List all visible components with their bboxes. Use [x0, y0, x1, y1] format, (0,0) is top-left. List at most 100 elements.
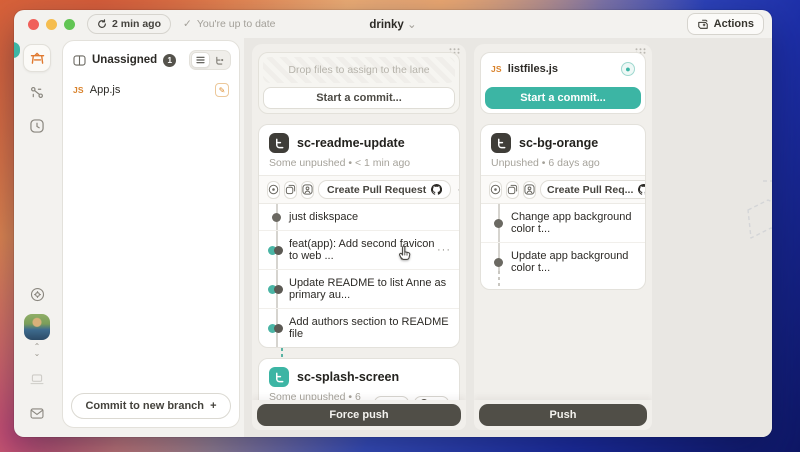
commit-row[interactable]: just diskspace	[259, 204, 459, 230]
gitbutler-workspace-icon	[30, 52, 45, 65]
virtual-branch-icon	[491, 133, 511, 153]
branch-name: sc-readme-update	[297, 136, 405, 150]
create-pull-request-button[interactable]: Create Pull Request	[318, 180, 451, 199]
chevron-down-icon: ⌄	[407, 19, 417, 31]
assign-group: Drop files to assign to the lane Start a…	[258, 52, 460, 114]
commit-to-new-branch-button[interactable]: Commit to new branch +	[71, 393, 231, 419]
sync-time-label: 2 min ago	[112, 18, 161, 30]
list-view-button[interactable]	[191, 52, 210, 68]
github-icon	[431, 184, 442, 195]
create-pull-request-button[interactable]: Create Pull Req...	[540, 180, 646, 199]
lane-footer: Force push	[252, 400, 466, 430]
titlebar: 2 min ago ✓ You're up to date drinky ⌄ A…	[14, 10, 772, 38]
traffic-lights	[28, 19, 75, 30]
zoom-window-button[interactable]	[64, 19, 75, 30]
actions-label: Actions	[714, 18, 754, 30]
commit-row[interactable]: Update app background color t...	[481, 242, 645, 281]
branch-header[interactable]: sc-readme-update Some unpushed • < 1 min…	[259, 125, 459, 175]
file-row-listfiles[interactable]: JS listfiles.js ●	[485, 57, 641, 83]
settings-button[interactable]	[23, 280, 51, 308]
refresh-icon	[97, 19, 107, 29]
app-window: 2 min ago ✓ You're up to date drinky ⌄ A…	[14, 10, 772, 437]
sync-status: ✓ You're up to date	[183, 18, 276, 30]
branch-menu-button[interactable]: ···	[455, 184, 460, 196]
minimize-window-button[interactable]	[46, 19, 57, 30]
virtual-branch-icon	[269, 367, 289, 387]
start-commit-button[interactable]: Start a commit...	[263, 87, 455, 109]
commit-menu-button[interactable]: ···	[437, 244, 451, 256]
author-card-icon[interactable]	[301, 181, 314, 199]
map-doodle-icon	[728, 164, 772, 254]
clock-icon	[30, 119, 44, 133]
file-dropzone[interactable]: Drop files to assign to the lane	[263, 57, 455, 83]
icon-rail: ⌃ ⌄	[14, 38, 60, 437]
devices-button[interactable]	[23, 365, 51, 393]
file-name: listfiles.js	[508, 63, 558, 75]
copy-branch-icon[interactable]	[284, 181, 297, 199]
sync-status-label: You're up to date	[197, 18, 276, 30]
branch-card-sc-bg-orange: sc-bg-orange Unpushed • 6 days ago	[480, 124, 646, 290]
push-button[interactable]: Push	[479, 404, 647, 426]
author-card-icon[interactable]	[523, 181, 536, 199]
branches-icon	[30, 86, 44, 99]
file-name: App.js	[90, 84, 121, 96]
sync-button[interactable]: 2 min ago	[87, 14, 171, 34]
commit-list: just diskspace feat(app): Add second fav…	[259, 204, 459, 347]
edit-icon[interactable]: ✎	[215, 83, 229, 97]
branch-meta: Some unpushed • 6 days ago • BR PR	[269, 391, 449, 400]
unassigned-panel: Unassigned 1 JS App.js ✎ Commit to new b…	[62, 40, 240, 428]
lane-sc-bg-orange: JS listfiles.js ● Start a commit... sc-b…	[474, 44, 652, 430]
commit-message: Add authors section to README file	[289, 316, 451, 340]
branch-name: sc-splash-screen	[297, 370, 399, 384]
github-icon	[638, 184, 646, 195]
workspace-tab-button[interactable]	[23, 44, 51, 72]
local-commit-dot	[272, 213, 281, 222]
history-tab-button[interactable]	[23, 112, 51, 140]
assigned-files-card: JS listfiles.js ● Start a commit...	[480, 52, 646, 114]
commit-message: Update README to list Anne as primary au…	[289, 277, 451, 301]
file-row-appjs[interactable]: JS App.js ✎	[63, 77, 239, 103]
branch-name: sc-bg-orange	[519, 136, 598, 150]
chevron-down-icon: ⌄	[34, 350, 41, 357]
unassign-file-icon[interactable]: ●	[621, 62, 635, 76]
view-mode-toggle	[189, 50, 231, 70]
branches-tab-button[interactable]	[23, 78, 51, 106]
drag-hint-text: Drag changes branch off your	[662, 266, 772, 300]
commit-row[interactable]: Update README to list Anne as primary au…	[259, 269, 459, 308]
branch-header[interactable]: sc-bg-orange Unpushed • 6 days ago	[481, 125, 645, 175]
unassigned-count-badge: 1	[163, 54, 176, 67]
branch-meta: Some unpushed • < 1 min ago	[269, 157, 449, 169]
split-view-icon	[73, 55, 86, 66]
commit-message: Change app background color t...	[511, 211, 637, 235]
commit-message: just diskspace	[289, 211, 358, 223]
workspace-canvas: Drop files to assign to the lane Start a…	[244, 38, 772, 437]
lane-sc-readme-update: Drop files to assign to the lane Start a…	[252, 44, 466, 430]
commit-list: Change app background color t... Update …	[481, 204, 645, 289]
plus-icon: +	[210, 400, 216, 412]
close-window-button[interactable]	[28, 19, 39, 30]
actions-button[interactable]: Actions	[687, 13, 764, 35]
feedback-button[interactable]	[23, 399, 51, 427]
copy-branch-icon[interactable]	[506, 181, 519, 199]
commit-message: feat(app): Add second favicon to web ...	[289, 238, 437, 262]
tree-view-button[interactable]	[210, 52, 229, 68]
pushed-commit-dot	[268, 285, 285, 294]
mouse-cursor	[396, 244, 412, 261]
empty-lane-dropzone[interactable]: Drag changes branch off your New branch	[662, 44, 772, 430]
user-avatar[interactable]	[24, 314, 50, 340]
pushed-commit-dot	[268, 324, 285, 333]
account-switcher[interactable]: ⌃ ⌄	[34, 343, 41, 357]
review-eye-icon[interactable]	[489, 181, 502, 199]
lane-footer: Push	[474, 400, 652, 430]
virtual-branch-icon	[269, 133, 289, 153]
commit-row[interactable]: Change app background color t...	[481, 204, 645, 242]
gear-icon	[30, 287, 45, 302]
force-push-button[interactable]: Force push	[257, 404, 461, 426]
unassigned-footer: Commit to new branch +	[63, 385, 239, 427]
laptop-icon	[30, 374, 44, 385]
commit-row[interactable]: Add authors section to README file	[259, 308, 459, 347]
review-eye-icon[interactable]	[267, 181, 280, 199]
commit-row[interactable]: feat(app): Add second favicon to web ...…	[259, 230, 459, 269]
start-commit-button[interactable]: Start a commit...	[485, 87, 641, 109]
branch-header[interactable]: sc-splash-screen Some unpushed • 6 days …	[259, 359, 459, 400]
